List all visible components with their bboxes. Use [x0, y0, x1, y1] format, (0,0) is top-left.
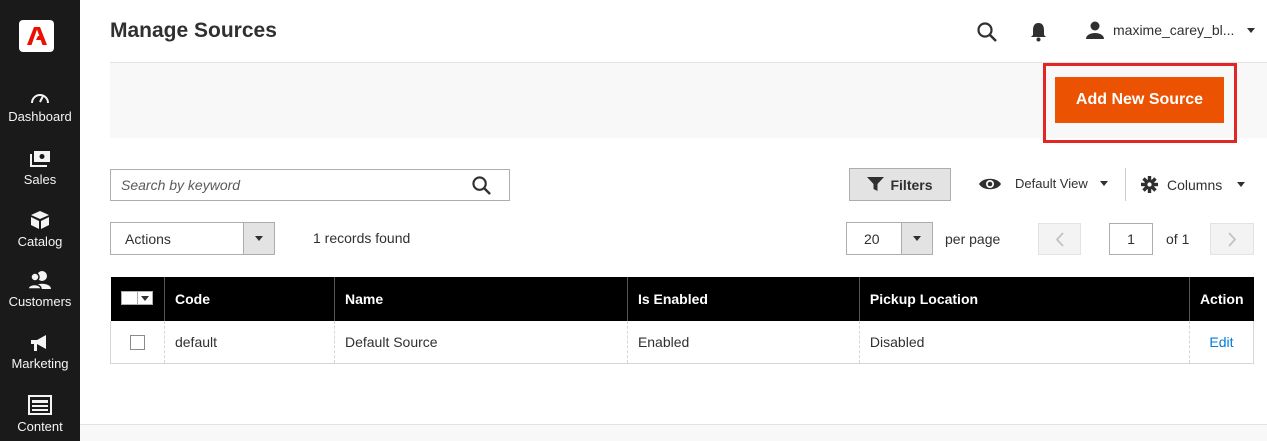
chevron-right-icon: [1227, 231, 1236, 247]
search-icon[interactable]: [472, 176, 491, 200]
mass-actions-select[interactable]: Actions: [110, 222, 275, 255]
user-icon: [1086, 21, 1104, 39]
sidebar-item-label: Catalog: [17, 234, 63, 249]
mass-select-header: [110, 277, 165, 321]
per-page-select[interactable]: 20: [846, 222, 933, 255]
column-header-action: Action: [1188, 277, 1254, 321]
chevron-down-icon: [901, 223, 932, 254]
dashboard-icon: [31, 94, 49, 104]
global-search-icon[interactable]: [977, 22, 997, 47]
search-input[interactable]: [111, 170, 466, 200]
notifications-bell-icon[interactable]: [1030, 22, 1047, 47]
table-row: default Default Source Enabled Disabled …: [110, 321, 1255, 364]
grid-header-row: Code Name Is Enabled Pickup Location Act…: [110, 277, 1254, 321]
filters-button[interactable]: Filters: [849, 168, 951, 201]
next-page-button[interactable]: [1210, 223, 1254, 255]
customers-icon: [28, 271, 51, 290]
marketing-icon: [31, 335, 46, 351]
current-page-input[interactable]: [1109, 223, 1153, 255]
filters-label: Filters: [890, 176, 933, 193]
sidebar-item-label: Customers: [8, 294, 72, 309]
user-account-menu[interactable]: maxime_carey_bl...: [1086, 21, 1256, 39]
username: maxime_carey_bl...: [1113, 22, 1235, 38]
content-icon: [28, 395, 52, 415]
mass-actions-label: Actions: [125, 231, 171, 247]
chevron-down-icon: [138, 292, 152, 304]
add-new-source-button[interactable]: Add New Source: [1055, 77, 1224, 123]
sales-icon: [30, 151, 50, 167]
select-all-checkbox[interactable]: [121, 292, 138, 304]
chevron-left-icon: [1055, 231, 1064, 247]
previous-page-button[interactable]: [1038, 223, 1081, 255]
gear-icon: [1141, 176, 1158, 193]
sidebar-item-dashboard[interactable]: Dashboard: [0, 89, 80, 124]
sidebar-item-label: Dashboard: [8, 109, 72, 124]
page-title: Manage Sources: [110, 19, 277, 42]
cell-code: default: [163, 321, 335, 364]
filter-icon: [867, 177, 885, 191]
row-select-cell: [110, 321, 165, 364]
edit-link[interactable]: Edit: [1209, 334, 1233, 350]
adobe-logo-icon[interactable]: [19, 20, 54, 52]
sidebar-item-label: Content: [17, 419, 63, 434]
sidebar-item-customers[interactable]: Customers: [0, 270, 80, 309]
per-page-label: per page: [945, 231, 1001, 247]
toolbar-divider: [1125, 168, 1126, 201]
eye-icon: [979, 178, 1001, 189]
column-header-is-enabled[interactable]: Is Enabled: [626, 277, 860, 321]
sidebar-item-label: Sales: [23, 172, 57, 187]
default-view-dropdown[interactable]: Default View: [978, 176, 1108, 191]
row-checkbox[interactable]: [130, 335, 145, 351]
column-header-code[interactable]: Code: [163, 277, 335, 321]
column-header-pickup-location[interactable]: Pickup Location: [858, 277, 1190, 321]
columns-label: Columns: [1167, 176, 1223, 193]
admin-sidebar: Dashboard Sales Catalog Customers Market…: [0, 0, 80, 441]
chevron-down-icon: [1247, 27, 1256, 33]
sidebar-item-sales[interactable]: Sales: [0, 150, 80, 187]
chevron-down-icon: [1237, 182, 1246, 187]
sidebar-item-marketing[interactable]: Marketing: [0, 334, 80, 371]
records-found: 1 records found: [313, 230, 411, 246]
cell-name: Default Source: [333, 321, 628, 364]
columns-dropdown[interactable]: Columns: [1141, 176, 1246, 193]
cell-action: Edit: [1188, 321, 1255, 364]
cell-pickup-location: Disabled: [858, 321, 1190, 364]
view-label: Default View: [1015, 176, 1088, 191]
column-header-name[interactable]: Name: [333, 277, 628, 321]
sidebar-item-content[interactable]: Content: [0, 395, 80, 434]
cell-is-enabled: Enabled: [626, 321, 860, 364]
sources-grid: Code Name Is Enabled Pickup Location Act…: [110, 277, 1255, 364]
per-page-value: 20: [864, 231, 880, 247]
mass-select-checkbox[interactable]: [120, 291, 153, 305]
page-footer: [80, 424, 1267, 441]
keyword-search: [110, 169, 510, 201]
sidebar-item-catalog[interactable]: Catalog: [0, 210, 80, 249]
chevron-down-icon: [243, 223, 274, 254]
catalog-icon: [31, 211, 49, 229]
chevron-down-icon: [1099, 181, 1108, 186]
sidebar-item-label: Marketing: [11, 356, 69, 371]
page-total: of 1: [1166, 231, 1190, 247]
